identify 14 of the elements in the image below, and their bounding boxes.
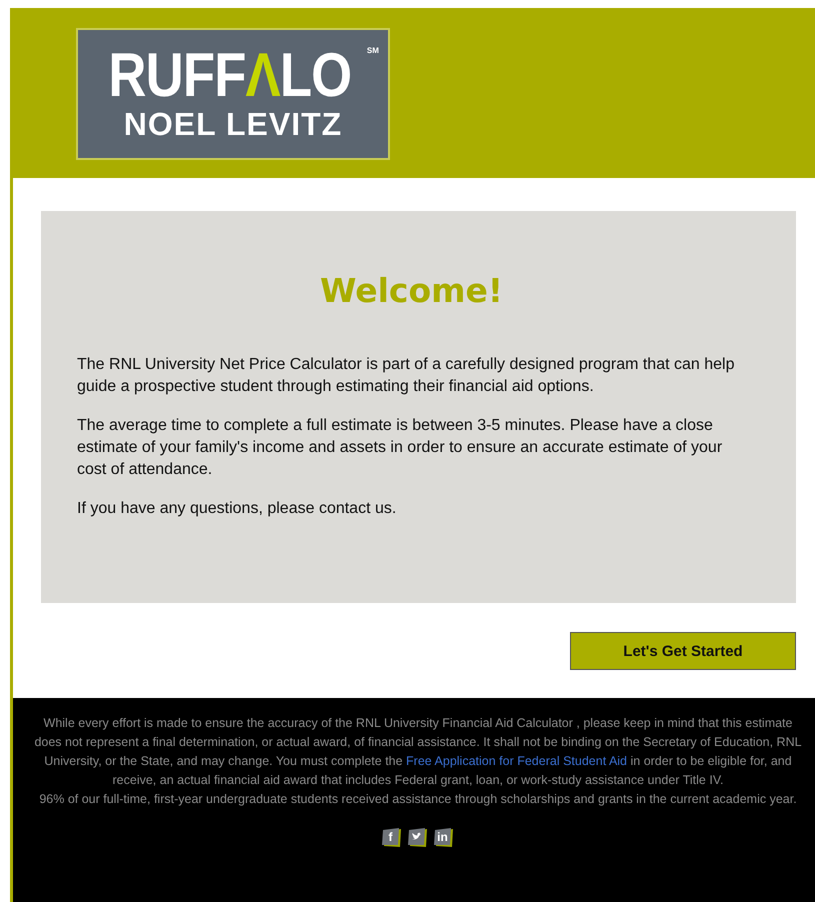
start-button[interactable]: Let's Get Started [570, 632, 796, 670]
intro-paragraph: If you have any questions, please contact us. [77, 499, 398, 519]
bird-icon[interactable] [408, 827, 428, 847]
disclaimer-text: While every effort is made to ensure the accuracy of the RNL University Financial Aid Calculator , please keep in mind that this estimate does not represent a final determination, or actual award, of financial assistance. It shall not be binding on the Secretary of Education, RNL University, or the State, and may change. You must complete the Free Application for Federal Student Aid in order to be eligible for, and receive, an actual financial aid award that includes Federal grant, loan, or work-study assistance under Title IV. [33, 715, 803, 789]
linkedin-icon[interactable]: in [434, 827, 454, 847]
service-mark: SM [366, 46, 379, 55]
logo-wordmark: RUFFΛLO [108, 46, 352, 106]
aid-note: 96% of our full-time, first-year undergraduate students received assistance through scholarships and grants in the current academic year. [38, 791, 798, 808]
intro-paragraph: The average time to complete a full estimate is between 3-5 minutes. Please have a close estimate of your family's income and assets in order to ensure an accurate estimate of your cost of attendance. [77, 416, 724, 480]
facebook-icon[interactable]: f [382, 827, 402, 847]
fafsa-link[interactable]: Free Application for Federal Student Aid [406, 754, 628, 768]
welcome-title: Welcome! [319, 271, 504, 310]
logo-subtitle: NOEL LEVITZ [124, 106, 342, 142]
intro-paragraph: The RNL University Net Price Calculator is part of a carefully designed program that can help guide a prospective student through estimating their financial aid options. [77, 355, 736, 397]
